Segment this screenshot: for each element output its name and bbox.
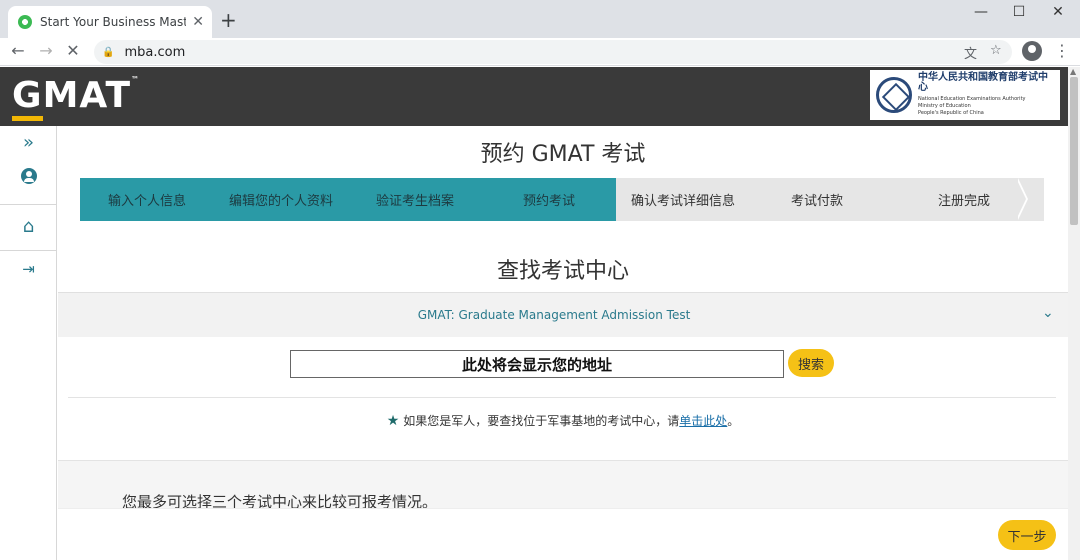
address-input[interactable] [290, 350, 784, 378]
neea-seal-icon [876, 77, 912, 113]
user-icon [20, 168, 37, 184]
maximize-button[interactable]: ☐ [1004, 4, 1034, 20]
home-icon[interactable]: ⌂ [0, 216, 57, 237]
step-6: 考试付款 [750, 178, 884, 221]
step-1: 输入个人信息 [80, 178, 214, 221]
loading-favicon-icon [18, 15, 32, 29]
next-button[interactable]: 下一步 [998, 520, 1056, 550]
neea-name-en-2: Ministry of Education [918, 103, 971, 109]
military-text: 如果您是军人，要查找位于军事基地的考试中心，请 [403, 414, 680, 428]
logo-letter-g: G [12, 75, 43, 121]
left-sidebar: » ⌂ ⇥ [0, 126, 57, 560]
neea-name-en-1: National Education Examinations Authorit… [918, 96, 1026, 102]
sidebar-divider [0, 250, 57, 251]
browser-toolbar: ← → ✕ 🔒 mba.com 文 ☆ ⋮ [0, 38, 1080, 66]
military-link[interactable]: 单击此处 [679, 414, 727, 428]
new-tab-button[interactable]: + [220, 9, 237, 31]
profile-avatar-icon[interactable] [1022, 41, 1042, 61]
browser-tab[interactable]: Start Your Business Master's a ✕ [8, 6, 212, 38]
logo-trademark: ™ [131, 75, 141, 84]
step-4: 预约考试 [482, 178, 616, 221]
chevron-down-icon[interactable]: ⌄ [1042, 305, 1054, 321]
window-close-button[interactable]: ✕ [1043, 4, 1073, 20]
neea-name-en-3: People's Republic of China [918, 110, 984, 116]
scroll-up-icon[interactable]: ▲ [1070, 67, 1076, 76]
page-scrollbar[interactable]: ▲ [1068, 67, 1080, 560]
footer-bar [58, 508, 1068, 560]
progress-steps: 输入个人信息 编辑您的个人资料 验证考生档案 预约考试 确认考试详细信息 考试付款 注册完成 [80, 178, 1044, 221]
logo-letters: MAT [42, 75, 132, 116]
neea-name-cn: 中华人民共和国教育部考试中心 [918, 72, 1048, 93]
scrollbar-thumb[interactable] [1070, 77, 1078, 225]
site-header: GMAT™ 中华人民共和国教育部考试中心 National Education … [0, 67, 1068, 126]
bookmark-star-icon[interactable]: ☆ [990, 43, 1002, 58]
neea-logo: 中华人民共和国教育部考试中心 National Education Examin… [870, 70, 1060, 120]
browser-menu-icon[interactable]: ⋮ [1054, 41, 1070, 60]
forward-icon[interactable]: → [36, 41, 56, 60]
browser-tabstrip: Start Your Business Master's a ✕ + — ☐ ✕ [0, 0, 1080, 38]
find-center-title: 查找考试中心 [496, 259, 629, 284]
step-5: 确认考试详细信息 [616, 178, 750, 221]
main-content: 预约 GMAT 考试 输入个人信息 编辑您的个人资料 验证考生档案 预约考试 确认考试详… [58, 126, 1068, 560]
star-icon: ★ [386, 413, 400, 429]
translate-icon[interactable]: 文 [964, 43, 977, 62]
tab-title: Start Your Business Master's a [40, 15, 187, 29]
step-3: 验证考生档案 [348, 178, 482, 221]
exam-name: GMAT: Graduate Management Admission Test [417, 308, 691, 322]
section-divider [68, 397, 1056, 398]
back-icon[interactable]: ← [8, 41, 28, 60]
logout-icon[interactable]: ⇥ [0, 260, 57, 278]
lock-icon: 🔒 [102, 46, 115, 58]
step-2: 编辑您的个人资料 [214, 178, 348, 221]
stop-loading-icon[interactable]: ✕ [63, 41, 83, 60]
sidebar-divider [0, 204, 57, 205]
minimize-button[interactable]: — [966, 4, 996, 20]
step-arrow [1016, 178, 1026, 220]
expand-sidebar-icon[interactable]: » [0, 132, 57, 153]
military-end: 。 [727, 414, 740, 428]
gmat-logo[interactable]: GMAT™ [12, 75, 141, 121]
page-title: 预约 GMAT 考试 [480, 142, 646, 167]
url-text: mba.com [124, 44, 186, 60]
search-button[interactable]: 搜索 [788, 349, 834, 377]
sidebar-user[interactable] [0, 168, 57, 188]
address-bar[interactable]: 🔒 mba.com 文 ☆ [94, 40, 1012, 64]
tab-close-icon[interactable]: ✕ [192, 14, 204, 30]
exam-selector[interactable]: GMAT: Graduate Management Admission Test… [58, 292, 1068, 337]
military-note: ★ 如果您是军人，要查找位于军事基地的考试中心，请单击此处。 [58, 412, 1068, 429]
